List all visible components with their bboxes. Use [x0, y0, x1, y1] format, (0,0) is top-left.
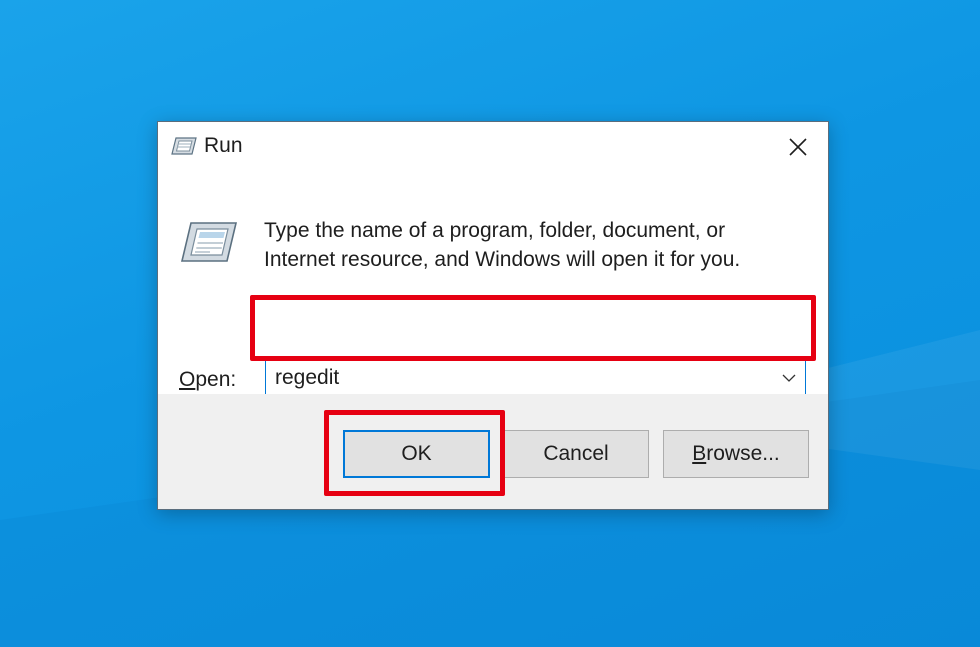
dialog-content: Type the name of a program, folder, docu… [158, 172, 828, 399]
cancel-button[interactable]: Cancel [503, 430, 649, 478]
description-line-1: Type the name of a program, folder, docu… [264, 219, 726, 242]
browse-mnemonic: B [692, 442, 707, 465]
chevron-down-icon [782, 374, 796, 382]
browse-button[interactable]: Browse... [663, 430, 809, 478]
ok-button[interactable]: OK [343, 430, 490, 478]
run-dialog: Run Type the name of a program, folder, … [157, 121, 829, 510]
run-program-icon [180, 220, 238, 264]
dialog-title: Run [204, 134, 243, 157]
close-icon [789, 138, 807, 156]
run-description: Type the name of a program, folder, docu… [264, 216, 804, 274]
browse-label: rowse... [706, 442, 780, 465]
title-bar: Run [158, 122, 828, 172]
button-bar: OK Cancel Browse... [158, 394, 828, 509]
open-combobox[interactable] [265, 357, 806, 399]
open-dropdown-button[interactable] [779, 368, 799, 388]
open-label-mnemonic: O [179, 368, 196, 391]
run-icon [171, 136, 197, 156]
open-input[interactable] [266, 358, 766, 398]
open-label: Open: [179, 368, 236, 392]
description-line-2: Internet resource, and Windows will open… [264, 248, 741, 271]
close-button[interactable] [776, 128, 820, 166]
open-label-text: pen: [195, 368, 237, 391]
